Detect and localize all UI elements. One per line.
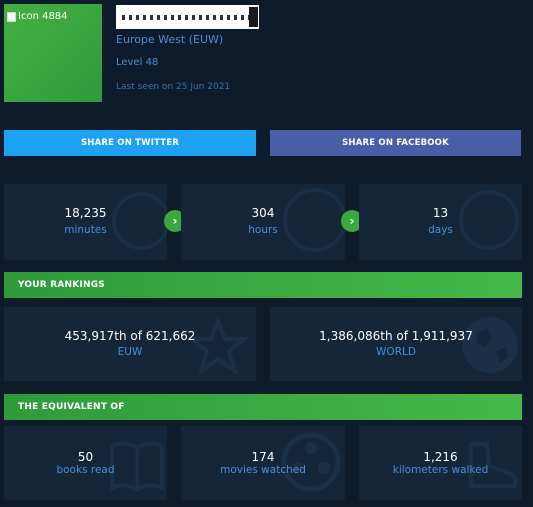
rank-region-scope: EUW xyxy=(117,346,143,358)
hours-label: hours xyxy=(248,224,278,236)
books-panel: 50 books read xyxy=(4,426,167,500)
rank-region-panel: 453,917th of 621,662 EUW xyxy=(4,307,256,381)
clock-icon xyxy=(112,192,167,250)
rank-world-value: 1,386,086th of 1,911,937 xyxy=(319,329,473,343)
days-value: 13 xyxy=(432,206,449,220)
rankings-header: YOUR RANKINGS xyxy=(4,272,522,298)
region-label: Europe West (EUW) xyxy=(116,33,224,46)
walking-label: kilometers walked xyxy=(392,464,489,476)
rank-world-scope: WORLD xyxy=(376,346,416,358)
minutes-label: minutes xyxy=(64,224,107,236)
last-seen-label: Last seen on 25 Jun 2021 xyxy=(116,82,231,92)
avatar-alt-text: Icon 4884 xyxy=(18,11,68,22)
days-panel: 13 days xyxy=(359,184,522,260)
books-label: books read xyxy=(56,464,115,476)
clock-icon xyxy=(283,188,345,252)
rank-world-panel: 1,386,086th of 1,911,937 WORLD xyxy=(270,307,522,381)
rank-region-value: 453,917th of 621,662 xyxy=(64,329,196,343)
minutes-value: 18,235 xyxy=(64,206,107,220)
level-label: Level 48 xyxy=(116,57,159,68)
walking-panel: 1,216 kilometers walked xyxy=(359,426,522,500)
share-facebook-button[interactable]: SHARE ON FACEBOOK xyxy=(270,130,521,156)
summoner-avatar: Icon 4884 xyxy=(4,4,102,102)
walking-value: 1,216 xyxy=(423,450,458,464)
movies-panel: 174 movies watched xyxy=(181,426,345,500)
minutes-panel: 18,235 minutes xyxy=(4,184,167,260)
clock-icon xyxy=(459,190,519,250)
globe-icon xyxy=(462,317,518,373)
share-twitter-button[interactable]: SHARE ON TWITTER xyxy=(4,130,256,156)
summoner-name-redacted xyxy=(116,5,259,29)
movies-label: movies watched xyxy=(220,464,306,476)
hours-value: 304 xyxy=(251,206,275,220)
broken-image-icon: Icon 4884 xyxy=(7,11,68,23)
equivalent-header: THE EQUIVALENT OF xyxy=(4,394,522,420)
movies-value: 174 xyxy=(251,450,275,464)
days-label: days xyxy=(428,224,453,236)
hours-panel: 304 hours xyxy=(181,184,345,260)
books-value: 50 xyxy=(77,450,94,464)
